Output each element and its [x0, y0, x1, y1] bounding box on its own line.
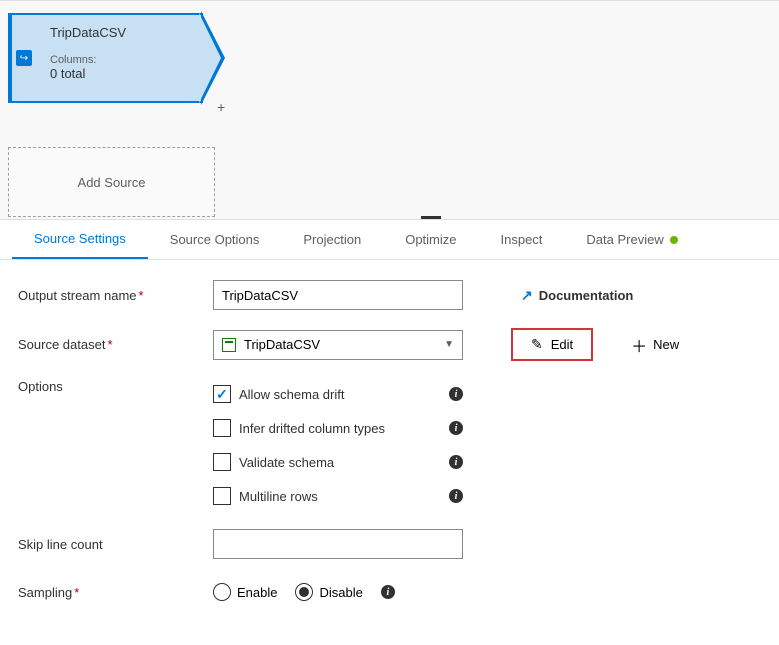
edit-button[interactable]: ✎ Edit: [511, 328, 593, 361]
source-node-body: TripDataCSV Columns: 0 total: [38, 13, 203, 103]
add-source-label: Add Source: [78, 175, 146, 190]
edit-label: Edit: [551, 337, 573, 352]
info-icon[interactable]: i: [449, 489, 463, 503]
plus-icon: ＋: [631, 333, 647, 357]
tab-source-options[interactable]: Source Options: [148, 220, 282, 259]
row-output-stream: Output stream name* ↗ Documentation: [18, 280, 761, 310]
row-source-dataset: Source dataset* TripDataCSV ▼ ✎ Edit ＋ N…: [18, 328, 761, 361]
tab-label: Inspect: [501, 232, 543, 247]
output-stream-label: Output stream name*: [18, 288, 213, 303]
option-allow-schema-drift[interactable]: Allow schema drift i: [213, 379, 463, 409]
dataset-icon: [222, 338, 236, 352]
skip-line-input[interactable]: [213, 529, 463, 559]
sampling-radio-group: Enable Disable i: [213, 583, 395, 601]
chevron-down-icon: ▼: [444, 339, 454, 350]
external-link-icon: ↗: [521, 287, 533, 304]
row-options: Options Allow schema drift i Infer drift…: [18, 379, 761, 511]
option-validate-schema[interactable]: Validate schema i: [213, 447, 463, 477]
checkbox-icon[interactable]: [213, 385, 231, 403]
source-columns-count: 0 total: [50, 66, 195, 81]
tab-bar: Source Settings Source Options Projectio…: [0, 220, 779, 260]
documentation-label: Documentation: [539, 288, 634, 303]
source-dataset-label: Source dataset*: [18, 337, 213, 352]
options-label: Options: [18, 379, 213, 394]
documentation-link[interactable]: ↗ Documentation: [521, 287, 633, 304]
info-icon[interactable]: i: [381, 585, 395, 599]
source-columns-label: Columns:: [50, 54, 195, 66]
option-multiline-rows[interactable]: Multiline rows i: [213, 481, 463, 511]
tab-source-settings[interactable]: Source Settings: [12, 220, 148, 259]
row-sampling: Sampling* Enable Disable i: [18, 577, 761, 607]
source-glyph-icon: ↪: [16, 50, 32, 66]
info-icon[interactable]: i: [449, 421, 463, 435]
tab-label: Source Options: [170, 232, 260, 247]
source-settings-form: Output stream name* ↗ Documentation Sour…: [0, 260, 779, 645]
source-dataset-value: TripDataCSV: [244, 337, 320, 352]
status-dot-icon: [670, 236, 678, 244]
sampling-disable[interactable]: Disable: [295, 583, 362, 601]
output-stream-input[interactable]: [213, 280, 463, 310]
tab-indicator-icon: [421, 216, 441, 219]
checkbox-icon[interactable]: [213, 419, 231, 437]
radio-icon[interactable]: [213, 583, 231, 601]
tab-label: Optimize: [405, 232, 456, 247]
tab-label: Projection: [303, 232, 361, 247]
radio-icon[interactable]: [295, 583, 313, 601]
tab-optimize[interactable]: Optimize: [383, 220, 478, 259]
checkbox-icon[interactable]: [213, 487, 231, 505]
dataflow-canvas: ↪ TripDataCSV Columns: 0 total + Add Sou…: [0, 0, 779, 220]
sampling-enable[interactable]: Enable: [213, 583, 277, 601]
sampling-label: Sampling*: [18, 585, 213, 600]
source-node[interactable]: ↪ TripDataCSV Columns: 0 total: [8, 13, 203, 103]
tab-data-preview[interactable]: Data Preview: [564, 220, 699, 259]
tab-inspect[interactable]: Inspect: [479, 220, 565, 259]
row-skip-line-count: Skip line count: [18, 529, 761, 559]
tab-label: Source Settings: [34, 231, 126, 246]
checkbox-icon[interactable]: [213, 453, 231, 471]
info-icon[interactable]: i: [449, 387, 463, 401]
new-button[interactable]: ＋ New: [631, 333, 679, 357]
option-infer-drifted-types[interactable]: Infer drifted column types i: [213, 413, 463, 443]
tab-label: Data Preview: [586, 232, 663, 247]
source-node-rail: ↪: [8, 13, 38, 103]
options-stack: Allow schema drift i Infer drifted colum…: [213, 379, 463, 511]
source-dataset-select[interactable]: TripDataCSV ▼: [213, 330, 463, 360]
pencil-icon: ✎: [531, 336, 543, 353]
add-source-box[interactable]: Add Source: [8, 147, 215, 217]
source-node-title: TripDataCSV: [50, 25, 195, 40]
skip-line-label: Skip line count: [18, 537, 213, 552]
info-icon[interactable]: i: [449, 455, 463, 469]
tab-projection[interactable]: Projection: [281, 220, 383, 259]
new-label: New: [653, 337, 679, 352]
